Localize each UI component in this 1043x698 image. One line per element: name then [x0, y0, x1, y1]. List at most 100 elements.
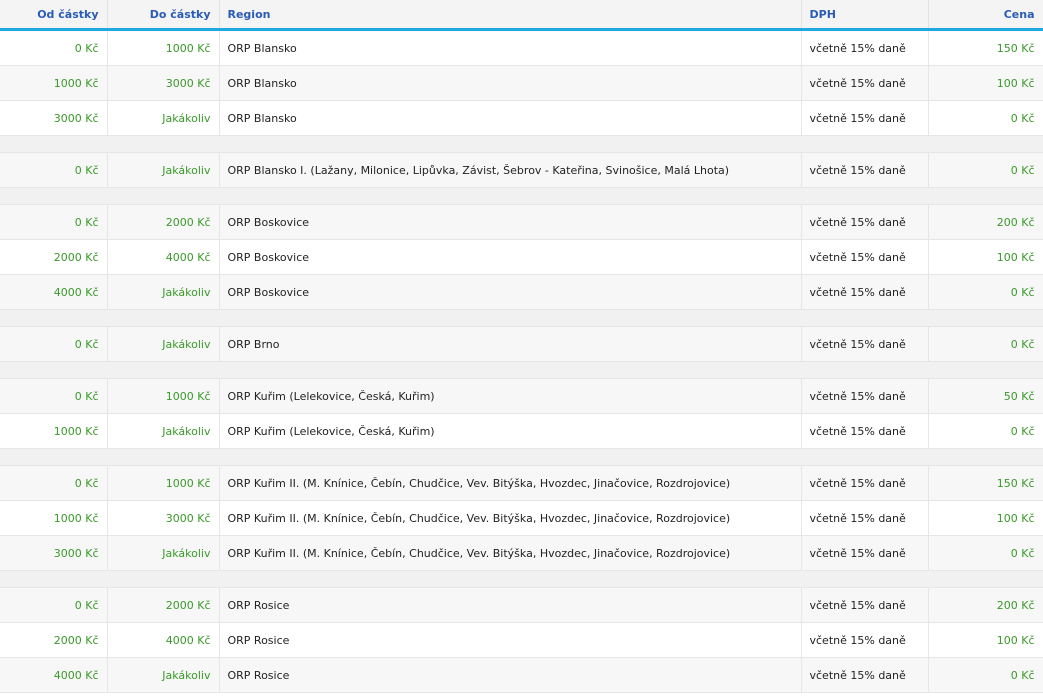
cell-vat: včetně 15% daně — [801, 622, 929, 658]
cell-price: 0 Kč — [928, 274, 1043, 310]
cell-from: 3000 Kč — [0, 535, 108, 571]
column-header-region[interactable]: Region — [219, 0, 802, 31]
cell-price: 200 Kč — [928, 587, 1043, 623]
cell-to: Jakákoliv — [107, 657, 220, 693]
table-row[interactable]: 0 Kč 1000 Kč ORP Kuřim II. (M. Knínice, Če… — [0, 465, 1043, 501]
cell-to: Jakákoliv — [107, 100, 220, 136]
separator-cell — [0, 187, 1043, 205]
cell-vat: včetně 15% daně — [801, 378, 929, 414]
cell-from: 4000 Kč — [0, 274, 108, 310]
cell-region: ORP Blansko — [219, 29, 802, 66]
cell-vat: včetně 15% daně — [801, 204, 929, 240]
cell-price: 200 Kč — [928, 204, 1043, 240]
cell-to: 4000 Kč — [107, 622, 220, 658]
cell-to: Jakákoliv — [107, 326, 220, 362]
separator-cell — [0, 448, 1043, 466]
table-row[interactable]: 1000 Kč Jakákoliv ORP Kuřim (Lelekovice, Č… — [0, 413, 1043, 449]
cell-vat: včetně 15% daně — [801, 535, 929, 571]
cell-vat: včetně 15% daně — [801, 274, 929, 310]
cell-to: 2000 Kč — [107, 587, 220, 623]
cell-to: 3000 Kč — [107, 500, 220, 536]
cell-region: ORP Kuřim (Lelekovice, Česká, Kuřim) — [219, 413, 802, 449]
table-row[interactable]: 0 Kč Jakákoliv ORP Blansko I. (Lažany, Mil… — [0, 152, 1043, 188]
cell-vat: včetně 15% daně — [801, 326, 929, 362]
table-row[interactable]: 0 Kč 2000 Kč ORP Rosice včetně 15% daně 200 … — [0, 587, 1043, 623]
cell-vat: včetně 15% daně — [801, 100, 929, 136]
table-row[interactable]: 2000 Kč 4000 Kč ORP Rosice včetně 15% daně 1… — [0, 622, 1043, 658]
cell-from: 1000 Kč — [0, 500, 108, 536]
cell-to: 1000 Kč — [107, 465, 220, 501]
cell-region: ORP Rosice — [219, 657, 802, 693]
cell-region: ORP Rosice — [219, 622, 802, 658]
separator-cell — [0, 361, 1043, 379]
cell-price: 0 Kč — [928, 413, 1043, 449]
cell-from: 2000 Kč — [0, 239, 108, 275]
separator-cell — [0, 570, 1043, 588]
table-row[interactable]: 2000 Kč 4000 Kč ORP Boskovice včetně 15% da… — [0, 239, 1043, 275]
cell-price: 100 Kč — [928, 239, 1043, 275]
cell-from: 1000 Kč — [0, 65, 108, 101]
cell-price: 50 Kč — [928, 378, 1043, 414]
table-header: Od částky Do částky Region DPH Cena — [0, 0, 1043, 31]
cell-vat: včetně 15% daně — [801, 587, 929, 623]
table-row[interactable]: 1000 Kč 3000 Kč ORP Kuřim II. (M. Knínice,… — [0, 500, 1043, 536]
cell-region: ORP Kuřim II. (M. Knínice, Čebín, Chudči… — [219, 465, 802, 501]
cell-region: ORP Rosice — [219, 587, 802, 623]
cell-from: 0 Kč — [0, 29, 108, 66]
table-row[interactable]: 0 Kč 2000 Kč ORP Boskovice včetně 15% daně 2… — [0, 204, 1043, 240]
column-header-vat[interactable]: DPH — [801, 0, 929, 31]
group-separator — [0, 135, 1043, 153]
cell-vat: včetně 15% daně — [801, 152, 929, 188]
cell-price: 100 Kč — [928, 65, 1043, 101]
cell-price: 0 Kč — [928, 657, 1043, 693]
cell-to: Jakákoliv — [107, 535, 220, 571]
table-row[interactable]: 1000 Kč 3000 Kč ORP Blansko včetně 15% daně… — [0, 65, 1043, 101]
cell-price: 0 Kč — [928, 326, 1043, 362]
cell-region: ORP Kuřim II. (M. Knínice, Čebín, Chudči… — [219, 535, 802, 571]
cell-region: ORP Boskovice — [219, 204, 802, 240]
cell-from: 0 Kč — [0, 204, 108, 240]
table-row[interactable]: 3000 Kč Jakákoliv ORP Blansko včetně 15% da… — [0, 100, 1043, 136]
cell-from: 4000 Kč — [0, 657, 108, 693]
table-row[interactable]: 0 Kč 1000 Kč ORP Kuřim (Lelekovice, Česká,… — [0, 378, 1043, 414]
cell-from: 2000 Kč — [0, 622, 108, 658]
column-header-to[interactable]: Do částky — [107, 0, 220, 31]
cell-price: 100 Kč — [928, 500, 1043, 536]
cell-to: Jakákoliv — [107, 274, 220, 310]
cell-region: ORP Blansko — [219, 100, 802, 136]
cell-vat: včetně 15% daně — [801, 413, 929, 449]
cell-from: 0 Kč — [0, 152, 108, 188]
cell-region: ORP Kuřim (Lelekovice, Česká, Kuřim) — [219, 378, 802, 414]
cell-from: 1000 Kč — [0, 413, 108, 449]
table-row[interactable]: 3000 Kč Jakákoliv ORP Kuřim II. (M. Knínic… — [0, 535, 1043, 571]
cell-price: 0 Kč — [928, 152, 1043, 188]
cell-region: ORP Blansko — [219, 65, 802, 101]
separator-cell — [0, 135, 1043, 153]
table-row[interactable]: 4000 Kč Jakákoliv ORP Boskovice včetně 15% … — [0, 274, 1043, 310]
cell-vat: včetně 15% daně — [801, 465, 929, 501]
cell-from: 0 Kč — [0, 326, 108, 362]
column-header-price[interactable]: Cena — [928, 0, 1043, 31]
group-separator — [0, 361, 1043, 379]
cell-to: 3000 Kč — [107, 65, 220, 101]
cell-price: 0 Kč — [928, 535, 1043, 571]
cell-from: 0 Kč — [0, 378, 108, 414]
cell-vat: včetně 15% daně — [801, 657, 929, 693]
cell-from: 0 Kč — [0, 587, 108, 623]
cell-to: 1000 Kč — [107, 378, 220, 414]
cell-region: ORP Kuřim II. (M. Knínice, Čebín, Chudči… — [219, 500, 802, 536]
table-row[interactable]: 4000 Kč Jakákoliv ORP Rosice včetně 15% dan… — [0, 657, 1043, 693]
table-row[interactable]: 0 Kč Jakákoliv ORP Brno včetně 15% daně 0 Kč — [0, 326, 1043, 362]
cell-to: 1000 Kč — [107, 29, 220, 66]
cell-vat: včetně 15% daně — [801, 65, 929, 101]
cell-from: 3000 Kč — [0, 100, 108, 136]
cell-region: ORP Blansko I. (Lažany, Milonice, Lipůvk… — [219, 152, 802, 188]
column-header-from[interactable]: Od částky — [0, 0, 108, 31]
group-separator — [0, 309, 1043, 327]
group-separator — [0, 187, 1043, 205]
cell-vat: včetně 15% daně — [801, 239, 929, 275]
cell-region: ORP Boskovice — [219, 239, 802, 275]
separator-cell — [0, 309, 1043, 327]
group-separator — [0, 570, 1043, 588]
table-row[interactable]: 0 Kč 1000 Kč ORP Blansko včetně 15% daně 150… — [0, 29, 1043, 66]
